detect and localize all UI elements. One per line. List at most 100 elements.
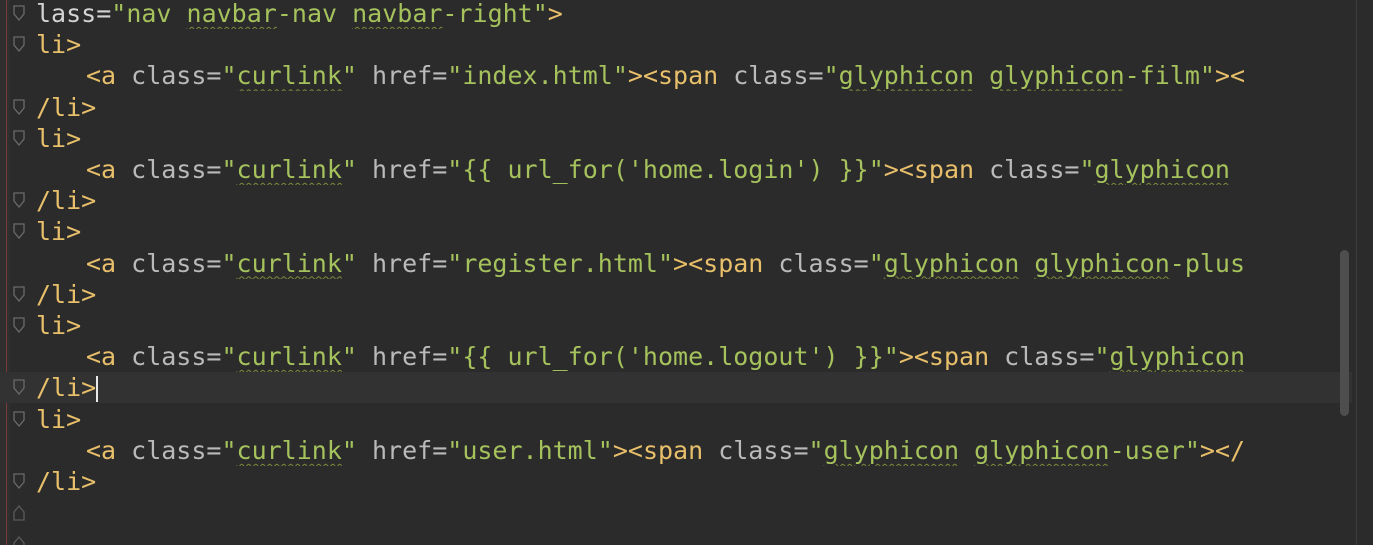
code-token: /li> <box>36 92 97 122</box>
empty-code-line[interactable] <box>0 497 1352 528</box>
fold-marker-icon[interactable] <box>12 317 29 334</box>
code-token: lass= <box>36 0 112 28</box>
code-line[interactable]: li> <box>0 123 1352 154</box>
code-token: -nav <box>276 0 353 28</box>
code-text: <a class="curlink" href="index.html"><sp… <box>86 60 1245 91</box>
code-text: li> <box>36 123 81 154</box>
code-token: -user" <box>1109 435 1200 465</box>
code-token: href= <box>372 435 448 465</box>
fold-marker-icon[interactable] <box>12 5 29 22</box>
code-token: " <box>341 155 372 184</box>
code-token: class= <box>131 61 222 91</box>
fold-marker-icon[interactable] <box>12 379 29 396</box>
code-token: " <box>221 248 237 278</box>
code-token: ><span <box>627 61 734 91</box>
code-token: glyphicon <box>823 435 960 465</box>
code-token: glyphicon <box>883 248 1020 278</box>
code-token: " <box>341 248 372 278</box>
text-caret <box>96 376 99 403</box>
code-token: " <box>341 61 372 91</box>
code-token: <a <box>86 61 132 91</box>
code-token: /li <box>36 373 82 403</box>
code-token: curlink <box>236 155 342 184</box>
code-token: -film" <box>1124 61 1215 91</box>
code-line[interactable]: <a class="curlink" href="index.html"><sp… <box>0 60 1352 91</box>
fold-marker-icon[interactable] <box>12 535 29 545</box>
code-token: glyphicon <box>1094 155 1230 184</box>
code-line[interactable]: /li> <box>0 279 1352 310</box>
fold-marker-icon[interactable] <box>12 98 29 116</box>
code-token: glyphicon <box>974 435 1110 465</box>
code-token: li> <box>36 123 82 153</box>
code-text: /li> <box>36 372 99 403</box>
code-token: curlink <box>236 342 342 372</box>
code-token: curlink <box>236 435 342 465</box>
fold-marker-icon[interactable] <box>12 130 29 147</box>
code-line[interactable]: /li> <box>0 92 1352 123</box>
empty-code-line[interactable] <box>0 528 1352 545</box>
code-line[interactable]: /li> <box>0 372 1352 404</box>
code-line[interactable]: li> <box>0 404 1352 435</box>
code-area[interactable]: lass="nav navbar-nav navbar-right"> li> <a… <box>0 0 1352 545</box>
code-line[interactable]: lass="nav navbar-nav navbar-right"> <box>0 0 1352 29</box>
code-token: li> <box>36 404 82 434</box>
code-token: > <box>547 0 563 28</box>
fold-marker-icon[interactable] <box>12 192 29 209</box>
fold-marker-icon[interactable] <box>12 223 29 240</box>
code-line[interactable]: <a class="curlink" href="user.html"><spa… <box>0 435 1352 466</box>
code-line[interactable]: <a class="curlink" href="{{ url_for('hom… <box>0 341 1352 372</box>
code-token: /li> <box>36 279 97 309</box>
code-line[interactable]: li> <box>0 310 1352 341</box>
code-line[interactable]: li> <box>0 29 1352 60</box>
code-token: "nav <box>111 0 187 28</box>
code-token: "register.html" <box>447 248 674 278</box>
fold-marker-icon[interactable] <box>12 410 29 428</box>
code-token: class= <box>778 248 869 278</box>
code-token: -right" <box>442 0 548 28</box>
code-token: glyphicon <box>838 61 975 91</box>
fold-marker-icon[interactable] <box>12 473 29 490</box>
fold-marker-icon[interactable] <box>12 286 29 303</box>
code-token: <a <box>86 342 132 372</box>
vertical-scrollbar-thumb[interactable] <box>1340 250 1349 416</box>
code-editor[interactable]: lass="nav navbar-nav navbar-right"> li> <a… <box>0 0 1373 545</box>
code-line[interactable]: <a class="curlink" href="register.html">… <box>0 248 1352 279</box>
code-token: ><span <box>612 435 719 465</box>
code-token: "index.html" <box>447 61 628 91</box>
code-token: class= <box>733 61 824 91</box>
code-token: " <box>1094 342 1110 372</box>
code-text: li> <box>36 310 81 341</box>
code-token: ><span <box>673 248 779 278</box>
code-token: class= <box>131 155 222 184</box>
fold-marker-icon[interactable] <box>12 504 29 521</box>
code-token: > <box>81 373 97 403</box>
code-line[interactable]: /li> <box>0 466 1352 497</box>
code-token: /li> <box>36 186 97 216</box>
code-text: /li> <box>36 92 96 123</box>
code-token: " <box>341 342 372 372</box>
code-text: <a class="curlink" href="{{ url_for('hom… <box>86 154 1230 185</box>
code-token: class= <box>131 342 222 372</box>
code-token: class= <box>131 435 222 465</box>
code-line[interactable]: li> <box>0 216 1352 247</box>
code-token: "user.html" <box>447 435 613 465</box>
code-token: glyphicon <box>1109 342 1246 372</box>
code-token: " <box>221 155 237 184</box>
code-line[interactable]: /li> <box>0 185 1352 216</box>
code-token: glyphicon <box>989 61 1125 91</box>
code-token: class= <box>131 248 222 278</box>
code-token: class= <box>718 435 809 465</box>
code-text: <a class="curlink" href="user.html"><spa… <box>86 435 1245 466</box>
code-token: href= <box>372 342 448 372</box>
code-token: li> <box>36 30 82 60</box>
code-token: >< <box>1214 61 1246 91</box>
fold-marker-icon[interactable] <box>12 36 29 53</box>
code-token: ><span <box>883 155 990 184</box>
code-token: /li> <box>36 467 97 496</box>
code-line[interactable]: <a class="curlink" href="{{ url_for('hom… <box>0 154 1352 185</box>
code-text: /li> <box>36 279 96 310</box>
code-token: "{{ url_for('home.logout') }}" <box>447 342 899 372</box>
code-text: li> <box>36 404 81 435</box>
